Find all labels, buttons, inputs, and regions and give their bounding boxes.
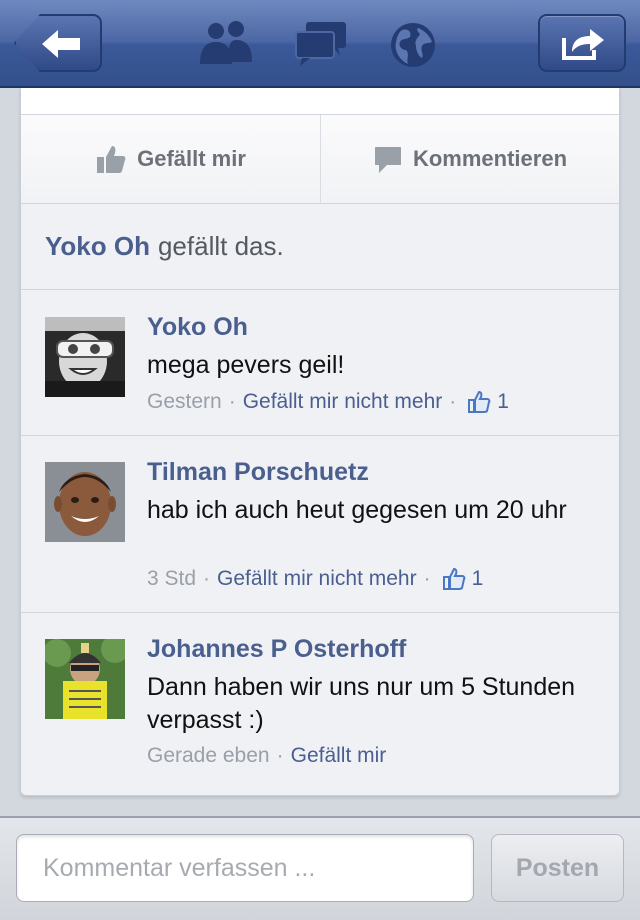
back-arrow-icon <box>42 30 80 58</box>
avatar[interactable] <box>45 639 125 719</box>
comment-like-count: 1 <box>497 390 509 413</box>
comment-bubble-icon <box>374 147 401 173</box>
avatar[interactable] <box>45 462 125 542</box>
comment-text: mega pevers geil! <box>147 351 345 379</box>
like-button-label: Gefällt mir <box>137 146 246 171</box>
likes-summary: Yoko Oh gefällt das. <box>21 204 619 290</box>
meta-separator: · <box>203 567 211 590</box>
post-actions-bar: Gefällt mir Kommentieren <box>21 115 619 204</box>
unlike-link[interactable]: Gefällt mir nicht mehr <box>243 390 443 414</box>
comment-button[interactable]: Kommentieren <box>321 115 619 203</box>
thumbs-up-icon <box>97 146 126 173</box>
comment-meta: Gerade eben · Gefällt mir <box>147 744 386 768</box>
comment-button-label: Kommentieren <box>412 146 568 171</box>
comment-meta: 3 Std · Gefällt mir nicht mehr · 1 <box>147 567 483 591</box>
comment-text: hab ich auch heut gegesen um 20 uhr <box>147 496 567 524</box>
comment-author[interactable]: Johannes P Osterhoff <box>147 635 406 664</box>
comment-item: Yoko Oh mega pevers geil! Gestern · Gefä… <box>21 291 619 436</box>
back-button[interactable] <box>14 14 102 72</box>
liker-name-link[interactable]: Yoko Oh <box>45 231 150 262</box>
avatar[interactable] <box>45 317 125 397</box>
comment-like-count: 1 <box>471 567 484 590</box>
comment-item: Tilman Porschuetz hab ich auch heut gege… <box>21 436 619 613</box>
meta-separator: · <box>423 567 431 590</box>
comment-item: Johannes P Osterhoff Dann haben wir uns … <box>21 613 619 795</box>
like-button[interactable]: Gefällt mir <box>21 115 321 203</box>
like-link[interactable]: Gefällt mir <box>291 744 387 768</box>
comment-composer: Posten <box>0 816 640 920</box>
meta-separator: · <box>449 390 457 413</box>
comment-author[interactable]: Yoko Oh <box>147 313 248 342</box>
comment-meta: Gestern · Gefällt mir nicht mehr · 1 <box>147 390 509 414</box>
thumbs-up-outline-icon[interactable] <box>467 390 491 414</box>
likes-suffix: gefällt das. <box>157 231 284 261</box>
top-navigation-bar <box>0 0 640 88</box>
share-icon <box>562 29 604 60</box>
comment-time: 3 Std <box>147 567 197 590</box>
comment-input[interactable] <box>16 834 474 902</box>
meta-separator: · <box>228 390 236 413</box>
post-card: Gefällt mir Kommentieren Yoko Oh gefällt… <box>20 88 620 796</box>
friends-icon[interactable] <box>198 20 254 68</box>
thumbs-up-outline-icon[interactable] <box>442 567 466 591</box>
comment-time: Gerade eben <box>147 744 270 767</box>
comment-time: Gestern <box>147 390 222 413</box>
globe-icon[interactable] <box>388 20 438 70</box>
comment-text: Dann haben wir uns nur um 5 Stunden verp… <box>147 673 576 734</box>
messages-icon[interactable] <box>294 20 348 68</box>
post-button[interactable]: Posten <box>491 834 624 902</box>
post-content-edge <box>21 88 619 115</box>
share-button[interactable] <box>538 14 626 72</box>
unlike-link[interactable]: Gefällt mir nicht mehr <box>217 567 417 591</box>
comment-author[interactable]: Tilman Porschuetz <box>147 458 369 487</box>
meta-separator: · <box>276 744 284 767</box>
